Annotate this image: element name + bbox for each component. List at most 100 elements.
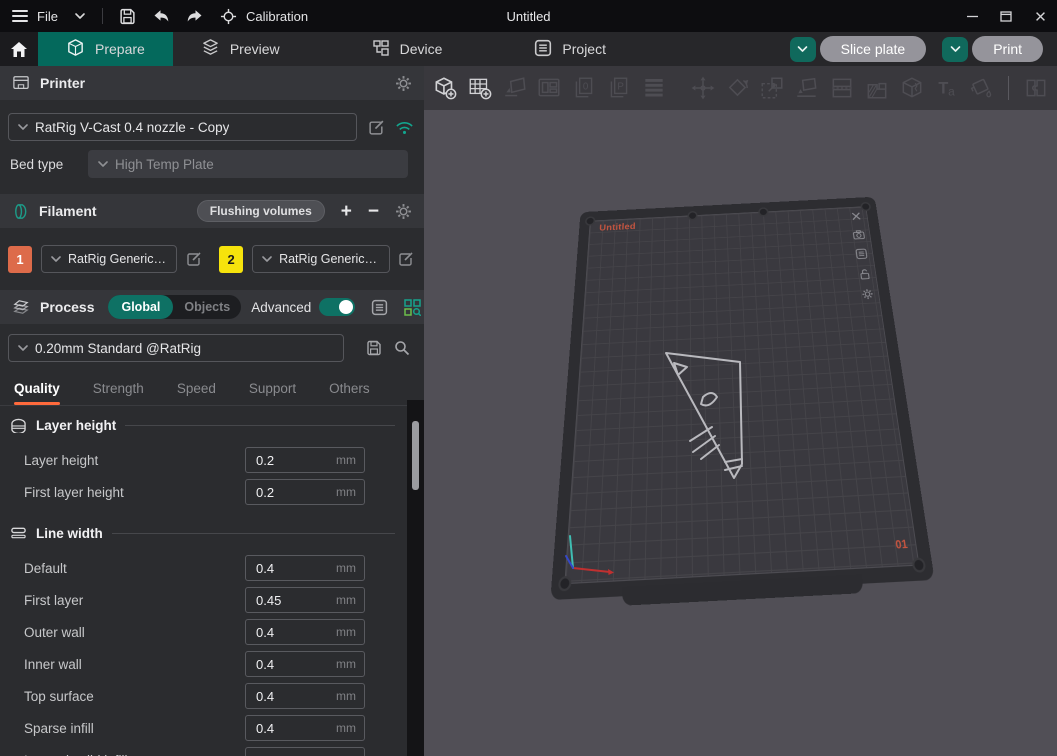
filament-1-swatch[interactable]: 1 xyxy=(8,246,32,273)
text-tool-button[interactable]: Ta xyxy=(933,71,961,105)
home-tab[interactable] xyxy=(0,32,38,66)
save-preset-button[interactable] xyxy=(366,340,382,356)
scope-toggle[interactable]: Global Objects xyxy=(108,295,241,319)
add-plate-button[interactable] xyxy=(466,71,494,105)
sidebar-scrollbar[interactable] xyxy=(407,400,424,756)
calibration-menu[interactable]: Calibration xyxy=(220,8,308,25)
line-width-first-layer-input[interactable]: 0.45 mm xyxy=(245,587,365,613)
first-layer-height-input[interactable]: 0.2 mm xyxy=(245,479,365,505)
printer-settings-gear-icon[interactable] xyxy=(395,75,412,92)
edit-filament-2-button[interactable] xyxy=(398,251,414,267)
svg-text:P: P xyxy=(617,82,624,93)
build-plate[interactable]: Untitled 01 xyxy=(550,160,935,590)
window-maximize-button[interactable] xyxy=(989,0,1023,32)
viewport-3d[interactable]: 0 P Ta U xyxy=(424,66,1057,756)
add-object-button[interactable] xyxy=(431,71,459,105)
scope-global[interactable]: Global xyxy=(108,295,173,319)
plate-settings-button[interactable] xyxy=(859,287,875,301)
edit-printer-button[interactable] xyxy=(368,119,385,136)
line-width-inner-wall-input[interactable]: 0.4 mm xyxy=(245,651,365,677)
tab-preview[interactable]: Preview xyxy=(173,32,308,66)
layer-height-input[interactable]: 0.2 mm xyxy=(245,447,365,473)
print-options-dropdown[interactable] xyxy=(942,37,968,62)
bed-type-select[interactable]: High Temp Plate xyxy=(88,150,408,178)
add-filament-button[interactable]: + xyxy=(341,202,352,221)
scale-button[interactable] xyxy=(758,71,786,105)
flushing-volumes-button[interactable]: Flushing volumes xyxy=(197,200,325,222)
param-value: 0.4 xyxy=(246,625,336,640)
advanced-toggle[interactable] xyxy=(319,298,355,316)
plate-screw xyxy=(911,557,926,573)
plate-snapshot-button[interactable] xyxy=(851,228,866,241)
move-button[interactable] xyxy=(689,71,717,105)
filament-1-select[interactable]: RatRig Generic PLA xyxy=(41,245,177,273)
prepare-box-icon xyxy=(66,38,85,60)
process-params-icon[interactable] xyxy=(404,299,421,316)
plate-arrange-button[interactable] xyxy=(854,247,869,260)
tab-project-label: Project xyxy=(562,41,606,57)
cut-button[interactable] xyxy=(828,71,856,105)
slice-plate-button[interactable]: Slice plate xyxy=(820,36,927,62)
variable-layer-height-button[interactable] xyxy=(640,71,668,105)
calibration-icon xyxy=(220,8,237,25)
filament-settings-gear-icon[interactable] xyxy=(395,203,412,220)
process-list-icon[interactable] xyxy=(371,299,388,316)
edit-filament-1-button[interactable] xyxy=(186,251,202,267)
slice-options-dropdown[interactable] xyxy=(790,37,816,62)
mesh-boolean-button[interactable] xyxy=(898,71,926,105)
title-bar: File Calibration Untitled xyxy=(0,0,1057,32)
file-menu[interactable]: File xyxy=(12,7,58,25)
redo-icon[interactable] xyxy=(186,9,204,23)
split-to-objects-button[interactable]: 0 xyxy=(570,71,598,105)
print-button[interactable]: Print xyxy=(972,36,1043,62)
tab-device-label: Device xyxy=(400,41,443,57)
plate-screw xyxy=(558,576,572,592)
file-dropdown-chevron[interactable] xyxy=(74,12,86,20)
tab-prepare-label: Prepare xyxy=(95,41,145,57)
search-presets-button[interactable] xyxy=(394,340,410,356)
home-icon xyxy=(10,41,28,58)
remove-filament-button[interactable]: − xyxy=(368,202,379,221)
tab-device[interactable]: Device xyxy=(344,32,471,66)
tab-prepare[interactable]: Prepare xyxy=(38,32,173,66)
window-close-button[interactable] xyxy=(1023,0,1057,32)
rotate-button[interactable] xyxy=(724,71,752,105)
svg-text:T: T xyxy=(938,79,948,97)
svg-text:a: a xyxy=(948,85,955,99)
undo-icon[interactable] xyxy=(152,9,170,23)
line-width-internal-solid-infill-input[interactable]: 0.4 mm xyxy=(245,747,365,756)
filament-2-select[interactable]: RatRig Generic PLA xyxy=(252,245,390,273)
plate-delete-button[interactable] xyxy=(849,210,864,223)
param-value: 0.4 xyxy=(246,561,336,576)
place-on-face-button[interactable] xyxy=(793,71,821,105)
filament-1-value: RatRig Generic PLA xyxy=(68,252,167,266)
tab-project[interactable]: Project xyxy=(506,32,634,66)
save-icon[interactable] xyxy=(119,8,136,25)
param-label: Top surface xyxy=(24,689,94,704)
line-width-sparse-infill-input[interactable]: 0.4 mm xyxy=(245,715,365,741)
printer-preset-select[interactable]: RatRig V-Cast 0.4 nozzle - Copy xyxy=(8,113,357,141)
param-label: Internal solid infill xyxy=(24,753,128,756)
line-width-outer-wall-input[interactable]: 0.4 mm xyxy=(245,619,365,645)
process-section-title: Process xyxy=(40,299,94,315)
scope-objects[interactable]: Objects xyxy=(173,300,241,314)
line-width-top-surface-input[interactable]: 0.4 mm xyxy=(245,683,365,709)
paint-tool-button[interactable] xyxy=(967,71,995,105)
split-to-parts-button[interactable]: P xyxy=(605,71,633,105)
param-label: Sparse infill xyxy=(24,721,94,736)
hamburger-icon xyxy=(12,7,28,25)
filament-2-swatch[interactable]: 2 xyxy=(219,246,243,273)
arrange-button[interactable] xyxy=(535,71,563,105)
param-label: Default xyxy=(24,561,67,576)
assembly-view-button[interactable] xyxy=(1022,71,1050,105)
svg-text:0: 0 xyxy=(583,82,589,93)
scrollbar-thumb[interactable] xyxy=(412,421,419,490)
support-paint-button[interactable] xyxy=(863,71,891,105)
process-preset-select[interactable]: 0.20mm Standard @RatRig xyxy=(8,334,344,362)
auto-orient-button[interactable] xyxy=(501,71,529,105)
wifi-icon[interactable] xyxy=(395,120,414,135)
line-width-default-input[interactable]: 0.4 mm xyxy=(245,555,365,581)
param-row: Top surface 0.4 mm xyxy=(0,680,407,712)
plate-lock-button[interactable] xyxy=(856,267,872,281)
window-minimize-button[interactable] xyxy=(955,0,989,32)
